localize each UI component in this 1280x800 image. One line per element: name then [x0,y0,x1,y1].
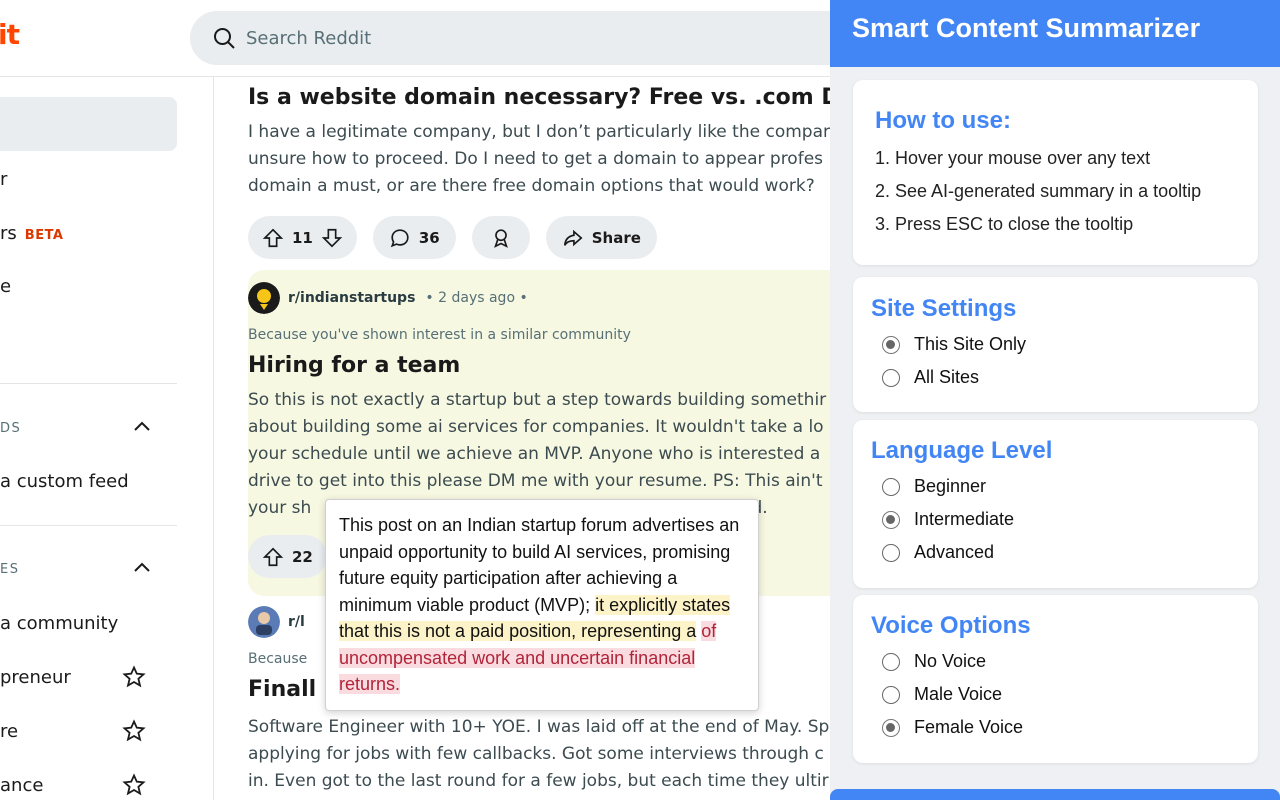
star-icon[interactable] [122,719,146,743]
extension-panel: Smart Content Summarizer How to use: 1. … [830,0,1280,800]
howto-title: How to use: [875,107,1011,134]
howto-step: 3. Press ESC to close the tooltip [875,214,1134,234]
summary-tooltip: This post on an Indian startup forum adv… [325,499,759,711]
sidebar-community-item[interactable]: re [0,721,18,742]
comment-icon [390,228,409,247]
post-card[interactable]: Is a website domain necessary? Free vs. … [248,85,834,259]
share-icon [563,229,583,246]
radio-button[interactable] [882,368,900,387]
radio-button[interactable] [882,543,900,562]
radio-button[interactable] [882,335,900,354]
reddit-logo[interactable]: it [0,18,20,51]
post-time: • 2 days ago • [425,290,528,306]
extension-header: Smart Content Summarizer [830,0,1280,67]
howto-step: 2. See AI-generated summary in a tooltip [875,181,1202,201]
beta-badge: BETA [24,228,64,243]
extension-title: Smart Content Summarizer [852,13,1201,43]
sidebar-community-item[interactable]: preneur [0,667,71,688]
radio-button[interactable] [882,477,900,496]
vote-group: 11 [248,216,357,259]
radio-button[interactable] [882,510,900,529]
left-sidebar: r rs BETA e DS a custom feed ES a communi… [0,77,214,800]
award-icon [493,228,508,248]
post-actions: 11 36 Share [248,216,834,259]
community-name[interactable]: r/indianstartups [288,290,415,306]
language-level-card: Language Level Beginner Intermediate Adv… [853,420,1258,588]
award-button[interactable] [471,216,530,259]
community-name[interactable]: r/l [288,614,305,630]
search-icon [214,28,235,49]
sidebar-divider [0,383,177,384]
search-bar[interactable] [190,11,890,65]
radio-intermediate[interactable]: Intermediate [882,509,1014,530]
voice-options-card: Voice Options No Voice Male Voice Female… [853,595,1258,763]
create-community[interactable]: a community [0,613,118,634]
howto-step: 1. Hover your mouse over any text [875,148,1151,168]
sidebar-item-all[interactable]: e [0,276,11,297]
extension-bottom-button[interactable] [830,789,1280,800]
radio-all-sites[interactable]: All Sites [882,367,979,388]
site-settings-title: Site Settings [871,295,1017,322]
post-body: Software Engineer with 10+ YOE. I was la… [248,717,830,791]
vote-count: 11 [292,228,313,247]
radio-no-voice[interactable]: No Voice [882,651,986,672]
sidebar-section-custom-feeds[interactable]: DS [0,421,21,436]
post-title[interactable]: Is a website domain necessary? Free vs. … [248,85,834,110]
comments-button[interactable]: 36 [372,216,456,259]
sidebar-item-explore[interactable]: rs BETA [0,223,64,244]
howto-card: How to use: 1. Hover your mouse over any… [853,80,1258,265]
radio-advanced[interactable]: Advanced [882,542,994,563]
upvote-icon[interactable] [262,546,284,568]
radio-beginner[interactable]: Beginner [882,476,986,497]
chevron-up-icon[interactable] [132,417,152,437]
radio-button[interactable] [882,685,900,704]
create-custom-feed[interactable]: a custom feed [0,471,129,492]
radio-male-voice[interactable]: Male Voice [882,684,1002,705]
site-settings-card: Site Settings This Site Only All Sites [853,277,1258,412]
community-avatar[interactable] [248,282,280,314]
radio-button[interactable] [882,652,900,671]
radio-button[interactable] [882,718,900,737]
radio-this-site-only[interactable]: This Site Only [882,334,1026,355]
sidebar-community-item[interactable]: ance [0,775,43,796]
recommendation-reason: Because you've shown interest in a simil… [248,327,631,343]
upvote-icon[interactable] [262,227,284,249]
downvote-icon[interactable] [321,227,343,249]
sidebar-item-popular[interactable]: r [0,169,7,190]
vote-count: 22 [292,547,313,566]
language-level-title: Language Level [871,437,1053,464]
comment-count: 36 [418,228,440,247]
sidebar-section-communities[interactable]: ES [0,562,19,577]
radio-female-voice[interactable]: Female Voice [882,717,1023,738]
share-button[interactable]: Share [545,216,657,259]
sidebar-item-home[interactable] [0,97,177,151]
community-avatar[interactable] [248,606,280,638]
post-meta: r/indianstartups • 2 days ago • [248,282,834,314]
post-title[interactable]: Hiring for a team [248,353,834,378]
vote-group: 22 [248,535,327,578]
voice-options-title: Voice Options [871,612,1031,639]
star-icon[interactable] [122,773,146,797]
star-icon[interactable] [122,665,146,689]
chevron-up-icon[interactable] [132,558,152,578]
search-input[interactable] [246,23,806,53]
sidebar-divider [0,525,177,526]
post-body: I have a legitimate company, but I don’t… [248,122,830,196]
